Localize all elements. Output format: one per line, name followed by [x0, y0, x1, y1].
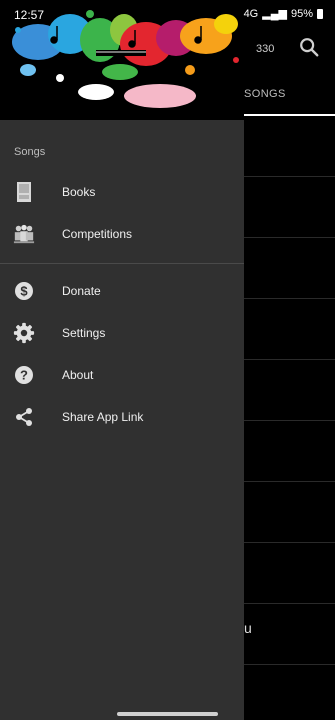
battery-level: 95% — [290, 7, 313, 20]
drawer-divider — [0, 263, 244, 264]
drawer-item-books[interactable]: Books — [0, 172, 244, 212]
navigation-drawer: Songs Books Competitions $ Donate Settin… — [0, 0, 244, 720]
share-icon — [13, 406, 35, 428]
drawer-item-label: Settings — [62, 326, 106, 340]
gesture-navigation-bar[interactable] — [117, 712, 218, 716]
list-divider — [244, 664, 335, 665]
drawer-item-about[interactable]: ? About — [0, 355, 244, 395]
drawer-item-competitions[interactable]: Competitions — [0, 214, 244, 254]
signal-icon: ▂▄▆ — [262, 8, 287, 20]
list-divider — [244, 420, 335, 421]
drawer-item-settings[interactable]: Settings — [0, 313, 244, 353]
dollar-icon: $ — [13, 280, 35, 302]
search-icon[interactable] — [298, 36, 320, 58]
drawer-item-label: Donate — [62, 284, 101, 298]
list-divider — [244, 176, 335, 177]
drawer-item-donate[interactable]: $ Donate — [0, 271, 244, 311]
list-divider — [244, 237, 335, 238]
competitions-icon — [13, 223, 35, 245]
drawer-item-label: About — [62, 368, 94, 382]
drawer-section-label: Songs — [14, 146, 46, 158]
book-icon — [13, 181, 35, 203]
battery-icon — [317, 8, 323, 19]
list-divider — [244, 298, 335, 299]
drawer-item-share-app-link[interactable]: Share App Link — [0, 397, 244, 437]
svg-text:?: ? — [20, 368, 28, 383]
song-count: 330 — [256, 43, 275, 55]
tab-songs[interactable]: SONGS — [244, 88, 286, 100]
list-divider — [244, 481, 335, 482]
gear-icon — [13, 322, 35, 344]
list-item-partial-text: u — [244, 620, 252, 636]
status-time: 12:57 — [14, 8, 45, 22]
drawer-item-label: Competitions — [62, 227, 133, 241]
svg-text:$: $ — [20, 284, 28, 299]
drawer-item-label: Share App Link — [62, 410, 144, 424]
help-icon: ? — [13, 364, 35, 386]
status-icons: 4G ▂▄▆ 95% — [244, 7, 323, 20]
list-divider — [244, 542, 335, 543]
network-label: 4G — [243, 7, 259, 20]
list-divider — [244, 359, 335, 360]
drawer-item-label: Books — [62, 185, 96, 199]
list-divider — [244, 603, 335, 604]
status-bar: 12:57 4G ▂▄▆ 95% — [0, 0, 335, 26]
